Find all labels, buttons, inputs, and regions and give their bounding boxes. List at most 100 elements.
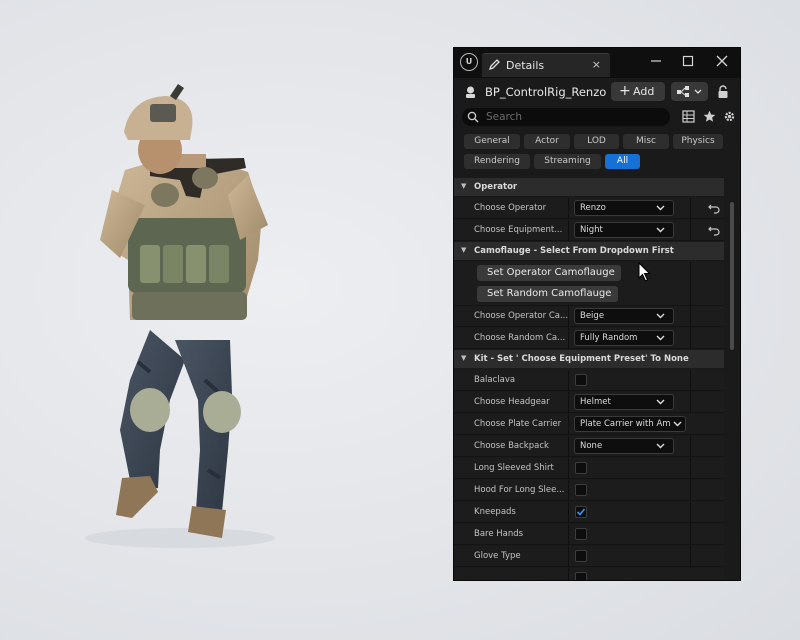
choose-equipment-dropdown[interactable]: Night — [574, 222, 674, 238]
filter-lod[interactable]: LOD — [574, 134, 619, 149]
prop-choose-random-camo: Choose Random Ca... Fully Random — [454, 328, 724, 349]
choose-operator-dropdown[interactable]: Renzo — [574, 200, 674, 216]
minimize-button[interactable] — [647, 52, 665, 70]
viewport[interactable] — [0, 0, 450, 640]
close-icon — [716, 55, 728, 67]
checkmark-icon — [576, 508, 586, 516]
choose-backpack-dropdown[interactable]: None — [574, 438, 674, 454]
dropdown-value: Helmet — [580, 397, 611, 407]
reset-to-default-icon[interactable] — [708, 224, 720, 236]
choose-operator-camo-dropdown[interactable]: Beige — [574, 308, 674, 324]
prop-kneepads: Kneepads — [454, 502, 724, 523]
column-divider — [690, 370, 691, 391]
glove-type-checkbox[interactable] — [575, 550, 587, 562]
column-divider — [568, 414, 569, 435]
scrollbar[interactable] — [728, 178, 736, 580]
column-divider — [568, 198, 569, 219]
prop-choose-operator: Choose Operator Renzo — [454, 198, 724, 219]
search-box[interactable] — [462, 108, 670, 126]
prop-choose-backpack: Choose Backpack None — [454, 436, 724, 457]
partial-checkbox[interactable] — [575, 572, 587, 580]
chevron-down-icon — [656, 313, 665, 319]
column-divider — [690, 524, 691, 545]
filter-misc[interactable]: Misc — [623, 134, 669, 149]
prop-glove-type: Glove Type — [454, 546, 724, 567]
column-divider — [568, 370, 569, 391]
plus-icon: + — [619, 83, 631, 99]
prop-balaclava: Balaclava — [454, 370, 724, 391]
chevron-down-icon — [656, 399, 665, 405]
actor-name: BP_ControlRig_Renzo — [485, 85, 607, 99]
chevron-down-icon — [656, 227, 665, 233]
filter-general[interactable]: General — [464, 134, 520, 149]
search-row — [454, 106, 740, 128]
title-bar: U Details × — [454, 48, 740, 78]
tab-details[interactable]: Details × — [482, 53, 610, 77]
actor-icon — [466, 86, 475, 98]
close-tab-icon[interactable]: × — [592, 58, 601, 71]
prop-label: Choose Plate Carrier — [474, 419, 562, 429]
details-panel: U Details × BP_ControlRig_Renzo + Add Se… — [453, 47, 741, 581]
choose-headgear-dropdown[interactable]: Helmet — [574, 394, 674, 410]
prop-label: Choose Equipment... — [474, 225, 563, 235]
column-divider — [568, 328, 569, 349]
prop-label: Choose Backpack — [474, 441, 549, 451]
collapse-arrow-icon: ▼ — [461, 246, 467, 254]
scrollbar-thumb[interactable] — [730, 202, 734, 350]
set-random-camoflauge-button[interactable]: Set Random Camoflauge — [477, 286, 618, 302]
column-divider — [690, 306, 691, 327]
column-divider — [568, 436, 569, 457]
prop-label: Kneepads — [474, 507, 516, 517]
category-kit[interactable]: ▼ Kit - Set ' Choose Equipment Preset' T… — [454, 350, 724, 368]
add-label: Add — [633, 85, 655, 98]
dropdown-value: Plate Carrier with Am — [580, 419, 671, 429]
prop-bare-hands: Bare Hands — [454, 524, 724, 545]
filter-all[interactable]: All — [605, 154, 640, 169]
add-component-button[interactable]: + Add — [611, 82, 665, 101]
search-input[interactable] — [486, 109, 662, 125]
set-operator-camoflauge-button[interactable]: Set Operator Camoflauge — [477, 265, 621, 281]
prop-label: Choose Headgear — [474, 397, 550, 407]
prop-label: Choose Operator — [474, 203, 547, 213]
category-label: Operator — [474, 182, 518, 192]
lock-icon[interactable] — [717, 85, 729, 99]
star-icon[interactable] — [703, 110, 716, 123]
table-view-icon[interactable] — [682, 110, 695, 123]
filter-physics[interactable]: Physics — [673, 134, 723, 149]
kneepads-checkbox[interactable] — [575, 506, 587, 518]
hood-checkbox[interactable] — [575, 484, 587, 496]
balaclava-checkbox[interactable] — [575, 374, 587, 386]
collapse-arrow-icon: ▼ — [461, 182, 467, 190]
chevron-down-icon — [656, 205, 665, 211]
category-operator[interactable]: ▼ Operator — [454, 178, 724, 196]
filter-streaming[interactable]: Streaming — [534, 154, 601, 169]
prop-camo-buttons: Set Operator Camoflauge Set Random Camof… — [454, 262, 724, 306]
dropdown-value: Beige — [580, 311, 605, 321]
column-divider — [690, 546, 691, 567]
choose-random-camo-dropdown[interactable]: Fully Random — [574, 330, 674, 346]
minimize-icon — [651, 60, 661, 62]
gear-icon[interactable] — [723, 110, 736, 123]
filter-actor[interactable]: Actor — [524, 134, 570, 149]
prop-label: Glove Type — [474, 551, 521, 561]
column-divider — [568, 220, 569, 241]
long-sleeved-shirt-checkbox[interactable] — [575, 462, 587, 474]
close-window-button[interactable] — [713, 52, 731, 70]
column-divider — [568, 524, 569, 545]
column-divider — [568, 546, 569, 567]
pencil-icon — [488, 59, 500, 71]
reset-to-default-icon[interactable] — [708, 202, 720, 214]
prop-long-sleeved-shirt: Long Sleeved Shirt — [454, 458, 724, 479]
prop-label: Balaclava — [474, 375, 516, 385]
category-camoflauge[interactable]: ▼ Camoflauge - Select From Dropdown Firs… — [454, 242, 724, 260]
column-divider — [690, 436, 691, 457]
maximize-button[interactable] — [679, 52, 697, 70]
prop-partial-row — [454, 568, 724, 580]
column-divider — [568, 458, 569, 479]
blueprint-options-button[interactable] — [671, 82, 708, 101]
bare-hands-checkbox[interactable] — [575, 528, 587, 540]
choose-plate-carrier-dropdown[interactable]: Plate Carrier with Am — [574, 416, 686, 432]
filter-rendering[interactable]: Rendering — [464, 154, 530, 169]
unreal-logo-icon: U — [460, 53, 478, 71]
prop-label: Bare Hands — [474, 529, 524, 539]
